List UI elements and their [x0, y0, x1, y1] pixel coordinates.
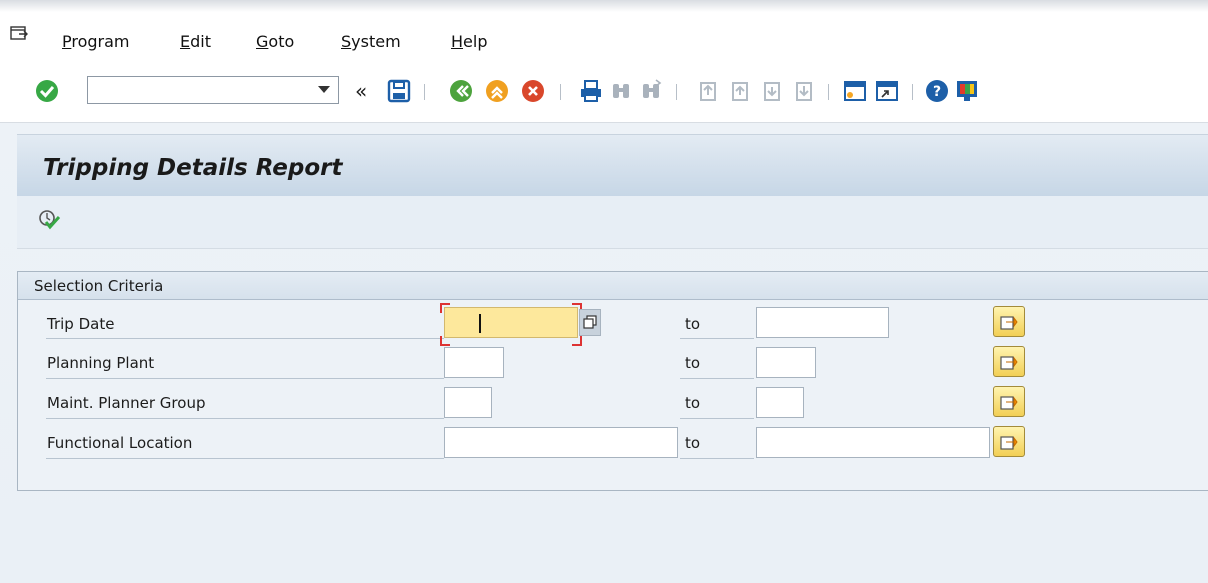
focus-bracket [572, 336, 582, 346]
last-page-icon[interactable] [790, 78, 816, 104]
functional-location-to-input[interactable] [756, 427, 990, 458]
save-icon[interactable] [386, 78, 412, 104]
row-divider [680, 458, 754, 459]
menu-program[interactable]: Program [62, 32, 130, 51]
functional-location-multiple-selection-button[interactable] [993, 426, 1025, 457]
group-header: Selection Criteria [18, 272, 1208, 300]
row-divider [680, 338, 754, 339]
cancel-icon[interactable] [520, 78, 546, 104]
menu-bar: Program Edit Goto System Help [0, 0, 1208, 66]
row-divider [46, 378, 444, 379]
command-field[interactable] [87, 76, 339, 104]
maint-planner-group-multiple-selection-button[interactable] [993, 386, 1025, 417]
trip-date-to-input[interactable] [756, 307, 889, 338]
value-help-icon [583, 315, 597, 329]
back-icon[interactable] [448, 78, 474, 104]
row-divider [46, 338, 444, 339]
help-icon[interactable]: ? [924, 78, 950, 104]
to-label: to [685, 394, 701, 412]
planning-plant-multiple-selection-button[interactable] [993, 346, 1025, 377]
toolbar-separator [424, 84, 425, 100]
toolbar-separator [912, 84, 913, 100]
customize-layout-icon[interactable] [954, 78, 980, 104]
to-label: to [685, 315, 701, 333]
toolbar-separator [560, 84, 561, 100]
trip-date-label: Trip Date [47, 315, 115, 333]
planning-plant-to-input[interactable] [756, 347, 816, 378]
menu-system[interactable]: System [341, 32, 401, 51]
enter-check-icon[interactable] [34, 78, 60, 104]
row-divider [46, 418, 444, 419]
toolbar-separator [676, 84, 677, 100]
multiple-selection-icon [1000, 316, 1018, 330]
functional-location-label: Functional Location [47, 434, 193, 452]
system-menu-icon[interactable] [10, 26, 28, 42]
print-icon[interactable] [578, 78, 604, 104]
planning-plant-label: Planning Plant [47, 354, 155, 372]
multiple-selection-icon [1000, 436, 1018, 450]
multiple-selection-icon [1000, 396, 1018, 410]
value-help-button[interactable] [579, 309, 601, 336]
maint-planner-group-from-input[interactable] [444, 387, 492, 418]
focus-bracket [440, 336, 450, 346]
multiple-selection-icon [1000, 356, 1018, 370]
functional-location-from-input[interactable] [444, 427, 678, 458]
group-title: Selection Criteria [34, 277, 164, 295]
selection-criteria-group: Selection Criteria Trip Date to Planning… [17, 271, 1208, 491]
trip-date-from-input[interactable] [444, 307, 578, 338]
find-icon[interactable] [608, 78, 634, 104]
to-label: to [685, 354, 701, 372]
maint-planner-group-to-input[interactable] [756, 387, 804, 418]
execute-icon[interactable] [37, 208, 61, 230]
trip-date-multiple-selection-button[interactable] [993, 306, 1025, 337]
title-bar: Tripping Details Report [17, 134, 1208, 197]
focus-bracket [440, 303, 450, 313]
collapse-icon[interactable]: « [355, 78, 381, 104]
shortcut-icon[interactable] [874, 78, 900, 104]
text-caret [479, 314, 481, 333]
application-toolbar [17, 196, 1208, 249]
menu-edit[interactable]: Edit [180, 32, 211, 51]
page-title: Tripping Details Report [43, 155, 343, 181]
command-dropdown-icon[interactable] [318, 86, 330, 93]
row-divider [680, 378, 754, 379]
to-label: to [685, 434, 701, 452]
row-divider [680, 418, 754, 419]
previous-page-icon[interactable] [726, 78, 752, 104]
standard-toolbar: « ? [0, 66, 1208, 123]
maint-planner-group-label: Maint. Planner Group [47, 394, 206, 412]
menu-help[interactable]: Help [451, 32, 487, 51]
menu-goto[interactable]: Goto [256, 32, 294, 51]
menu-bar-shadow [0, 0, 1208, 12]
toolbar-separator [828, 84, 829, 100]
new-session-icon[interactable] [842, 78, 868, 104]
exit-icon[interactable] [484, 78, 510, 104]
first-page-icon[interactable] [694, 78, 720, 104]
main-content: Tripping Details Report Selection Criter… [0, 123, 1208, 583]
find-next-icon[interactable] [638, 78, 664, 104]
row-divider [46, 458, 444, 459]
next-page-icon[interactable] [758, 78, 784, 104]
planning-plant-from-input[interactable] [444, 347, 504, 378]
svg-text:?: ? [933, 84, 941, 100]
